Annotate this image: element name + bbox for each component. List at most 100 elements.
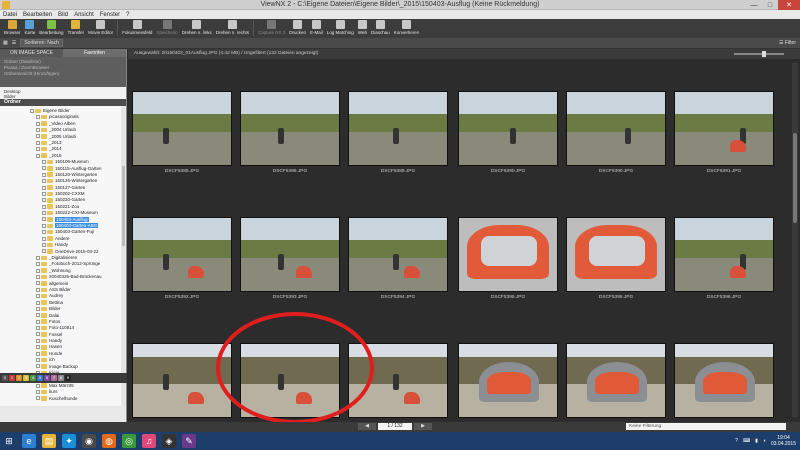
firefox-icon[interactable]: ◍ — [102, 434, 116, 448]
viewnx-icon[interactable]: ◈ — [162, 434, 176, 448]
filter-button[interactable]: ☰ Filter — [779, 40, 796, 46]
transfer-button[interactable]: Transfer — [66, 19, 87, 35]
expand-icon[interactable] — [36, 345, 40, 350]
expand-icon[interactable] — [36, 351, 40, 356]
expand-icon[interactable] — [36, 268, 40, 273]
color-label-button[interactable]: 5 — [37, 375, 43, 381]
tree-folder[interactable]: Kuschelhunde — [0, 396, 126, 402]
color-label-button[interactable]: 6 — [44, 375, 50, 381]
prev-page-button[interactable]: ◀ — [358, 423, 376, 430]
color-label-button[interactable]: 2 — [16, 375, 22, 381]
expand-icon[interactable] — [36, 326, 40, 331]
expand-icon[interactable] — [36, 127, 40, 132]
movie-button[interactable]: Movie Editor — [86, 19, 115, 35]
expand-icon[interactable] — [36, 300, 40, 305]
expand-icon[interactable] — [42, 243, 46, 248]
color-label-button[interactable]: 8 — [58, 375, 64, 381]
expand-icon[interactable] — [42, 159, 46, 164]
color-label-button[interactable]: 3 — [23, 375, 29, 381]
minimize-button[interactable]: — — [746, 0, 762, 10]
menu-datei[interactable]: Datei — [3, 12, 17, 18]
expand-icon[interactable] — [36, 115, 40, 120]
color-label-button[interactable]: 0 — [2, 375, 8, 381]
menu-bild[interactable]: Bild — [58, 12, 68, 18]
ie-icon[interactable]: e — [22, 434, 36, 448]
convert-button[interactable]: Konvertieren — [392, 19, 422, 35]
expand-icon[interactable] — [36, 306, 40, 311]
expand-icon[interactable] — [36, 287, 40, 292]
edit-button[interactable]: Bearbeitung — [37, 19, 65, 35]
expand-icon[interactable] — [36, 319, 40, 324]
thumbnail-image[interactable] — [348, 343, 448, 418]
tab-image-space[interactable]: ON IMAGE SPACE — [0, 49, 63, 57]
thumbnail-size-slider[interactable] — [734, 51, 784, 57]
expand-icon[interactable] — [36, 313, 40, 318]
thumbnail-image[interactable] — [240, 91, 340, 166]
expand-icon[interactable] — [42, 230, 46, 235]
expand-icon[interactable] — [42, 172, 46, 177]
web-button[interactable]: Web — [356, 19, 369, 35]
expand-icon[interactable] — [36, 147, 40, 152]
expand-icon[interactable] — [36, 153, 40, 158]
expand-icon[interactable] — [36, 262, 40, 267]
expand-icon[interactable] — [42, 191, 46, 196]
sort-dropdown[interactable]: Sortieren: Nach — [20, 39, 63, 47]
itunes-icon[interactable]: ♫ — [142, 434, 156, 448]
thumbnail-image[interactable] — [458, 91, 558, 166]
save-button[interactable]: Speicherin — [154, 19, 179, 35]
thumbnail-image[interactable] — [348, 217, 448, 292]
windows-start-icon[interactable]: ⊞ — [2, 434, 16, 448]
expand-icon[interactable] — [36, 338, 40, 343]
email-button[interactable]: E-Mail — [308, 19, 325, 35]
expand-icon[interactable] — [42, 236, 46, 241]
thumbnail-image[interactable] — [458, 217, 558, 292]
picasa-icon[interactable]: ◉ — [82, 434, 96, 448]
thumbnail-scrollbar[interactable] — [792, 63, 798, 417]
expand-icon[interactable] — [42, 198, 46, 203]
menu-help[interactable]: ? — [126, 12, 129, 18]
expand-icon[interactable] — [42, 204, 46, 209]
expand-icon[interactable] — [42, 217, 46, 222]
keyboard-icon[interactable]: ⌨ — [743, 438, 750, 444]
expand-icon[interactable] — [36, 274, 40, 279]
expand-icon[interactable] — [36, 390, 40, 394]
grid-view-icon[interactable]: ▦ — [3, 40, 8, 46]
thumbnail-image[interactable] — [674, 217, 774, 292]
kodi-icon[interactable]: ✦ — [62, 434, 76, 448]
focus-button[interactable]: Fokusmessfeld — [120, 19, 154, 35]
thumbnail-image[interactable] — [566, 217, 666, 292]
expand-icon[interactable] — [42, 179, 46, 184]
desktop-item[interactable]: Desktop Bilder — [0, 87, 126, 99]
close-button[interactable]: ✕ — [778, 0, 800, 10]
expand-icon[interactable] — [36, 281, 40, 286]
thumbnail-image[interactable] — [240, 343, 340, 418]
color-label-button[interactable]: 7 — [51, 375, 57, 381]
menu-ansicht[interactable]: Ansicht — [74, 12, 94, 18]
thumbnail-image[interactable] — [348, 91, 448, 166]
expand-icon[interactable] — [36, 396, 40, 401]
thumbnail-image[interactable] — [566, 91, 666, 166]
thumbnail-image[interactable] — [566, 343, 666, 418]
list-view-icon[interactable]: ☰ — [12, 40, 16, 46]
color-label-button[interactable]: 4 — [30, 375, 36, 381]
thumbnail-image[interactable] — [674, 91, 774, 166]
paint-icon[interactable]: ✎ — [182, 434, 196, 448]
menu-bearbeiten[interactable]: Bearbeiten — [23, 12, 52, 18]
print-button[interactable]: Drucken — [287, 19, 308, 35]
thumbnail-image[interactable] — [240, 217, 340, 292]
browser-button[interactable]: Browser — [2, 19, 23, 35]
maximize-button[interactable]: □ — [762, 0, 778, 10]
capture-button[interactable]: Capture NX 2 — [256, 19, 287, 35]
thumbnail-image[interactable] — [132, 217, 232, 292]
expand-icon[interactable] — [42, 249, 46, 254]
expand-icon[interactable] — [36, 134, 40, 139]
chrome-icon[interactable]: ◎ — [122, 434, 136, 448]
expand-icon[interactable] — [42, 211, 46, 216]
thumbnail-image[interactable] — [674, 343, 774, 418]
expand-icon[interactable] — [36, 121, 40, 126]
thumbnail-image[interactable] — [132, 343, 232, 418]
clock[interactable]: 19:04 03.04.2015 — [771, 435, 796, 447]
expand-icon[interactable] — [36, 294, 40, 299]
expand-icon[interactable] — [36, 255, 40, 260]
filter-select[interactable]: Keine Filterung — [626, 423, 786, 430]
